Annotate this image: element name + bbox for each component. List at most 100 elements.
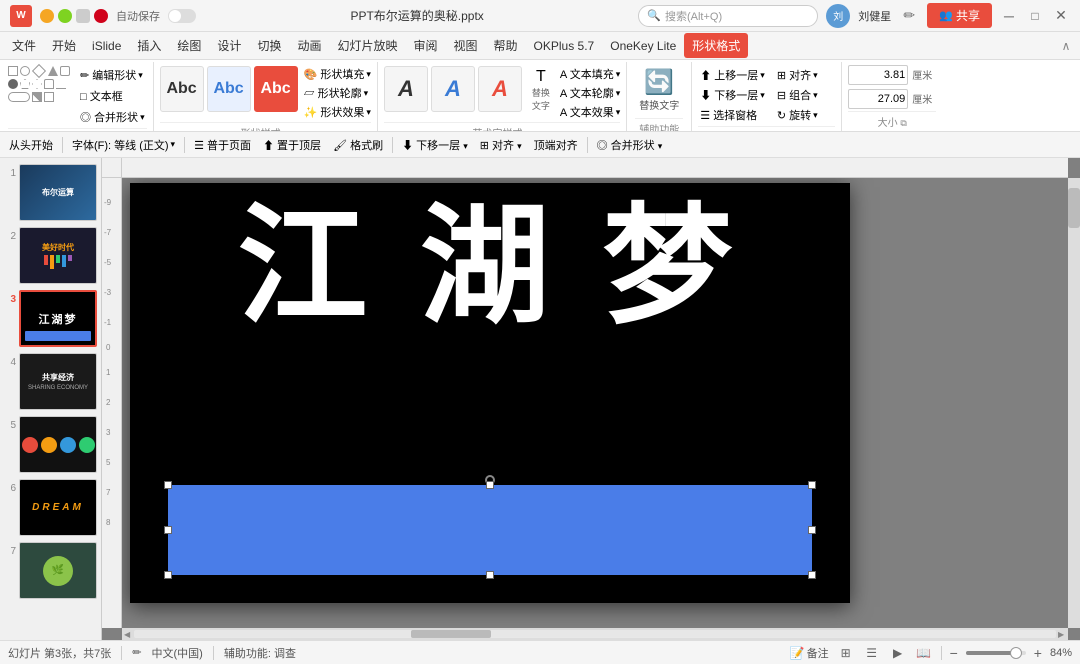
autosave-toggle[interactable] (168, 9, 196, 23)
zoom-minus-btn[interactable]: − (950, 645, 958, 661)
slide-item-3[interactable]: 3 江湖梦 (4, 290, 97, 347)
edit-shape-btn[interactable]: ✏ 编辑形状 ▾ (78, 66, 147, 84)
send-backward-btn[interactable]: ⬇ 下移一层 ▾ (397, 135, 473, 155)
slide-item-6[interactable]: 6 DREAM (4, 479, 97, 536)
handle-br[interactable] (808, 571, 816, 579)
start-from-btn[interactable]: 从头开始 (4, 135, 58, 155)
move-down-btn[interactable]: ⬇ 下移一层 ▾ (698, 86, 767, 104)
shape-preset-3[interactable]: Abc (254, 66, 298, 112)
bring-to-front-btn[interactable]: ⬆ 置于顶层 (258, 135, 326, 155)
minimize-button[interactable] (40, 9, 54, 23)
notes-btn[interactable]: 📝 备注 (790, 645, 829, 661)
text-box-btn[interactable]: □ 文本框 (78, 87, 147, 105)
menu-item-okplus[interactable]: OKPlus 5.7 (526, 35, 603, 57)
search-box[interactable]: 🔍 搜索(Alt+Q) (638, 5, 818, 27)
slide-preview-4[interactable]: 共享经济 SHARING ECONOMY (19, 353, 97, 410)
view-reading-btn[interactable]: 📖 (915, 644, 933, 662)
slide-item-5[interactable]: 5 (4, 416, 97, 473)
menu-item-review[interactable]: 审阅 (405, 33, 445, 58)
menu-item-draw[interactable]: 绘图 (169, 33, 209, 58)
slide-preview-5[interactable] (19, 416, 97, 473)
slide-item-2[interactable]: 2 美好时代 (4, 227, 97, 284)
handle-tr[interactable] (808, 481, 816, 489)
handle-ml[interactable] (164, 526, 172, 534)
share-button[interactable]: 👥 共享 (927, 3, 992, 28)
zoom-plus-btn[interactable]: + (1034, 645, 1042, 661)
slide-preview-3[interactable]: 江湖梦 (19, 290, 97, 347)
handle-tl[interactable] (164, 481, 172, 489)
menu-item-home[interactable]: 开始 (44, 33, 84, 58)
menu-item-help[interactable]: 帮助 (486, 33, 526, 58)
view-slideshow-btn[interactable]: ▶ (889, 644, 907, 662)
slide-preview-2[interactable]: 美好时代 (19, 227, 97, 284)
replace-alt-text-btn[interactable]: 🔄 替换文字 (635, 64, 683, 116)
menu-item-onekey[interactable]: OneKey Lite (602, 35, 684, 57)
menu-item-animation[interactable]: 动画 (289, 33, 329, 58)
move-up-btn[interactable]: ⬆ 上移一层 ▾ (698, 66, 767, 84)
slide-item-4[interactable]: 4 共享经济 SHARING ECONOMY (4, 353, 97, 410)
window-close-icon[interactable]: ✕ (1052, 7, 1070, 25)
slide-item-7[interactable]: 7 🌿 (4, 542, 97, 599)
merge-shape-btn[interactable]: ◎ 合并形状 ▾ (78, 108, 147, 126)
user-avatar[interactable]: 刘 (826, 4, 850, 28)
ribbon-collapse-btn[interactable]: ∧ (1056, 36, 1076, 56)
zoom-slider[interactable] (966, 651, 1026, 655)
menu-item-shape-format[interactable]: 形状格式 (684, 33, 748, 58)
menu-item-file[interactable]: 文件 (4, 33, 44, 58)
width-input[interactable] (848, 89, 908, 109)
rotate-btn[interactable]: ↻ 旋转 ▾ (775, 106, 820, 124)
merge-shapes-sub-btn[interactable]: ◎ 合并形状 ▾ (592, 135, 668, 155)
shape-preset-1[interactable]: Abc (160, 66, 204, 112)
close-button[interactable] (94, 9, 108, 23)
shape-preset-2[interactable]: Abc (207, 66, 251, 112)
shapes-grid[interactable] (8, 66, 70, 102)
selection-pane-btn[interactable]: ☰ 选择窗格 (698, 106, 767, 124)
height-input[interactable] (848, 65, 908, 85)
shape-outline-btn[interactable]: ▱ 形状轮廓 ▾ (304, 85, 371, 101)
scrollbar-vertical[interactable] (1068, 178, 1080, 628)
action-icon-1[interactable]: ✏ (899, 6, 919, 26)
window-max-icon[interactable]: □ (1026, 7, 1044, 25)
art-style-2[interactable]: A (431, 66, 475, 112)
group-btn[interactable]: ⊟ 组合 ▾ (775, 86, 820, 104)
top-align-btn[interactable]: 顶端对齐 (529, 135, 583, 155)
zoom-level[interactable]: 84% (1050, 647, 1072, 659)
align-btn[interactable]: ⊞ 对齐 ▾ (775, 66, 820, 84)
text-outline-btn[interactable]: A 文本轮廓 ▾ (560, 85, 620, 101)
slide-item-1[interactable]: 1 布尔运算 (4, 164, 97, 221)
align-sub-btn[interactable]: ⊞ 对齐 ▾ (475, 135, 527, 155)
menu-item-islide[interactable]: iSlide (84, 35, 129, 57)
format-painter-btn[interactable]: 🖌 格式刷 (328, 135, 388, 155)
align-to-page-btn[interactable]: ☰ 普于页面 (189, 135, 256, 155)
menu-item-view[interactable]: 视图 (446, 33, 486, 58)
scrollbar-horizontal[interactable]: ◀ ▶ (122, 628, 1068, 640)
restore-button[interactable] (76, 9, 90, 23)
shape-fill-btn[interactable]: 🎨 形状填充 ▾ (304, 66, 371, 82)
handle-bc[interactable] (486, 571, 494, 579)
text-effect-btn[interactable]: A 文本效果 ▾ (560, 104, 620, 120)
art-style-1[interactable]: A (384, 66, 428, 112)
view-normal-btn[interactable]: ⊞ (837, 644, 855, 662)
handle-mr[interactable] (808, 526, 816, 534)
menu-item-insert[interactable]: 插入 (129, 33, 169, 58)
blue-box[interactable] (168, 485, 812, 575)
menu-item-slideshow[interactable]: 幻灯片放映 (329, 33, 405, 58)
replace-text-btn[interactable]: T 替换 文字 (528, 66, 554, 114)
maximize-button[interactable] (58, 9, 72, 23)
menu-item-transition[interactable]: 切换 (249, 33, 289, 58)
art-style-3[interactable]: A (478, 66, 522, 112)
slide-preview-1[interactable]: 布尔运算 (19, 164, 97, 221)
slide-preview-7[interactable]: 🌿 (19, 542, 97, 599)
handle-bl[interactable] (164, 571, 172, 579)
window-min-icon[interactable]: ─ (1000, 7, 1018, 25)
menu-item-design[interactable]: 设计 (209, 33, 249, 58)
handle-tc[interactable] (486, 481, 494, 489)
ribbon: ✏ 编辑形状 ▾ □ 文本框 ◎ 合并形状 ▾ 插入形状 Abc Abc Abc… (0, 60, 1080, 132)
shape-effect-btn[interactable]: ✨ 形状效果 ▾ (304, 104, 371, 120)
accessibility-status[interactable]: 辅助功能: 调查 (224, 645, 296, 661)
window-controls[interactable] (40, 9, 108, 23)
font-selector[interactable]: 字体(F): 等线 (正文) ▾ (67, 135, 180, 155)
view-outline-btn[interactable]: ☰ (863, 644, 881, 662)
text-fill-btn[interactable]: A 文本填充 ▾ (560, 66, 620, 82)
slide-preview-6[interactable]: DREAM (19, 479, 97, 536)
